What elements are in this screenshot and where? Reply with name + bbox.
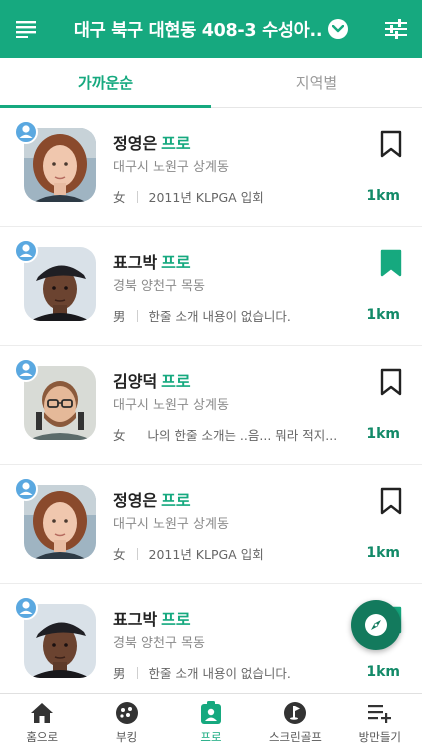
app-header: 대구 북구 대현동 408-3 수성아.. [0,0,422,58]
nav-screen-golf-label: 스크린골프 [268,729,322,744]
bottom-navigation: 홈으로 부킹 프로 스크린골프 방만들기 [0,693,422,750]
user-badge-icon [14,477,38,501]
bookmark-outline-icon[interactable] [380,368,402,396]
pro-gender: 男 [113,666,126,681]
location-text: 대구 북구 대현동 408-3 수성아.. [73,20,323,41]
compass-icon [365,614,387,636]
pro-card[interactable]: 정영은 프로 대구시 노원구 상계동 女 2011년 KLPGA 입회 1km [0,465,422,584]
pro-name-row: 정영은 프로 [113,487,191,511]
screen-golf-icon [282,700,308,726]
pro-card[interactable]: 표그박 프로 경북 양천구 목동 男 한줄 소개 내용이 없습니다. 1km [0,227,422,346]
nav-pro-label: 프로 [200,729,222,744]
user-badge-icon [14,120,38,144]
pro-gender: 女 [113,428,126,443]
pro-region: 대구시 노원구 상계동 [113,398,229,413]
menu-button[interactable] [0,0,52,58]
filter-button[interactable] [370,0,422,58]
nav-home-label: 홈으로 [26,729,59,744]
pro-region: 대구시 노원구 상계동 [113,160,229,175]
pro-badge-icon [198,700,224,726]
nav-booking-label: 부킹 [116,729,138,744]
pro-gender: 女 [113,190,126,205]
bookmark-outline-icon[interactable] [380,130,402,158]
chevron-down-circle-icon [328,19,349,39]
menu-icon [16,21,36,38]
nav-create-room-label: 방만들기 [358,729,401,744]
pro-region: 경북 양천구 목동 [113,636,205,651]
nav-home[interactable]: 홈으로 [0,694,84,750]
pro-distance: 1km [366,545,400,561]
nav-screen-golf[interactable]: 스크린골프 [253,694,337,750]
pro-meta: 女 나의 한줄 소개는 ..음... 뭐라 적지...남 [113,425,338,444]
pro-title: 프로 [161,491,191,510]
divider [136,547,138,560]
pro-name: 정영은 [113,491,158,510]
pro-distance: 1km [366,426,400,442]
pro-card[interactable]: 김양덕 프로 대구시 노원구 상계동 女 나의 한줄 소개는 ..음... 뭐라 적… [0,346,422,465]
pro-meta: 女 2011년 KLPGA 입회 [113,187,338,206]
nav-pro[interactable]: 프로 [169,694,253,750]
pro-distance: 1km [366,188,400,204]
pro-name: 김양덕 [113,372,158,391]
pro-intro: 2011년 KLPGA 입회 [148,547,264,562]
divider [136,190,138,203]
pro-distance: 1km [366,307,400,323]
playlist-add-icon [367,700,393,726]
pro-intro: 나의 한줄 소개는 ..음... 뭐라 적지...남 [147,428,338,443]
pro-name-row: 표그박 프로 [113,249,191,273]
user-badge-icon [14,239,38,263]
pro-meta: 男 한줄 소개 내용이 없습니다. [113,306,338,325]
divider [136,666,138,679]
home-icon [29,700,55,726]
pro-name: 정영은 [113,134,158,153]
golf-ball-icon [114,700,140,726]
divider [136,309,138,322]
sliders-icon [385,19,407,39]
pro-name-row: 표그박 프로 [113,606,191,630]
pro-name: 표그박 [113,253,158,272]
pro-title: 프로 [161,134,191,153]
pro-card[interactable]: 정영은 프로 대구시 노원구 상계동 女 2011년 KLPGA 입회 1km [0,108,422,227]
pro-name-row: 정영은 프로 [113,130,191,154]
pro-intro: 한줄 소개 내용이 없습니다. [148,666,291,681]
sort-tabs: 가까운순 지역별 [0,58,422,108]
bookmark-outline-icon[interactable] [380,487,402,515]
pro-intro: 2011년 KLPGA 입회 [148,190,264,205]
tab-by-region[interactable]: 지역별 [211,58,422,107]
pro-intro: 한줄 소개 내용이 없습니다. [148,309,291,324]
pro-name: 표그박 [113,610,158,629]
pro-meta: 女 2011년 KLPGA 입회 [113,544,338,563]
pro-meta: 男 한줄 소개 내용이 없습니다. [113,663,338,682]
pro-region: 경북 양천구 목동 [113,279,205,294]
pro-region: 대구시 노원구 상계동 [113,517,229,532]
location-selector[interactable]: 대구 북구 대현동 408-3 수성아.. [52,17,370,42]
tab-nearest[interactable]: 가까운순 [0,58,211,108]
nav-booking[interactable]: 부킹 [84,694,168,750]
pro-title: 프로 [161,372,191,391]
pro-title: 프로 [161,610,191,629]
pro-gender: 男 [113,309,126,324]
user-badge-icon [14,596,38,620]
bookmark-filled-icon[interactable] [380,249,402,277]
pro-name-row: 김양덕 프로 [113,368,191,392]
pro-title: 프로 [161,253,191,272]
pro-distance: 1km [366,664,400,680]
user-badge-icon [14,358,38,382]
pro-gender: 女 [113,547,126,562]
map-fab-button[interactable] [351,600,401,650]
nav-create-room[interactable]: 방만들기 [338,694,422,750]
